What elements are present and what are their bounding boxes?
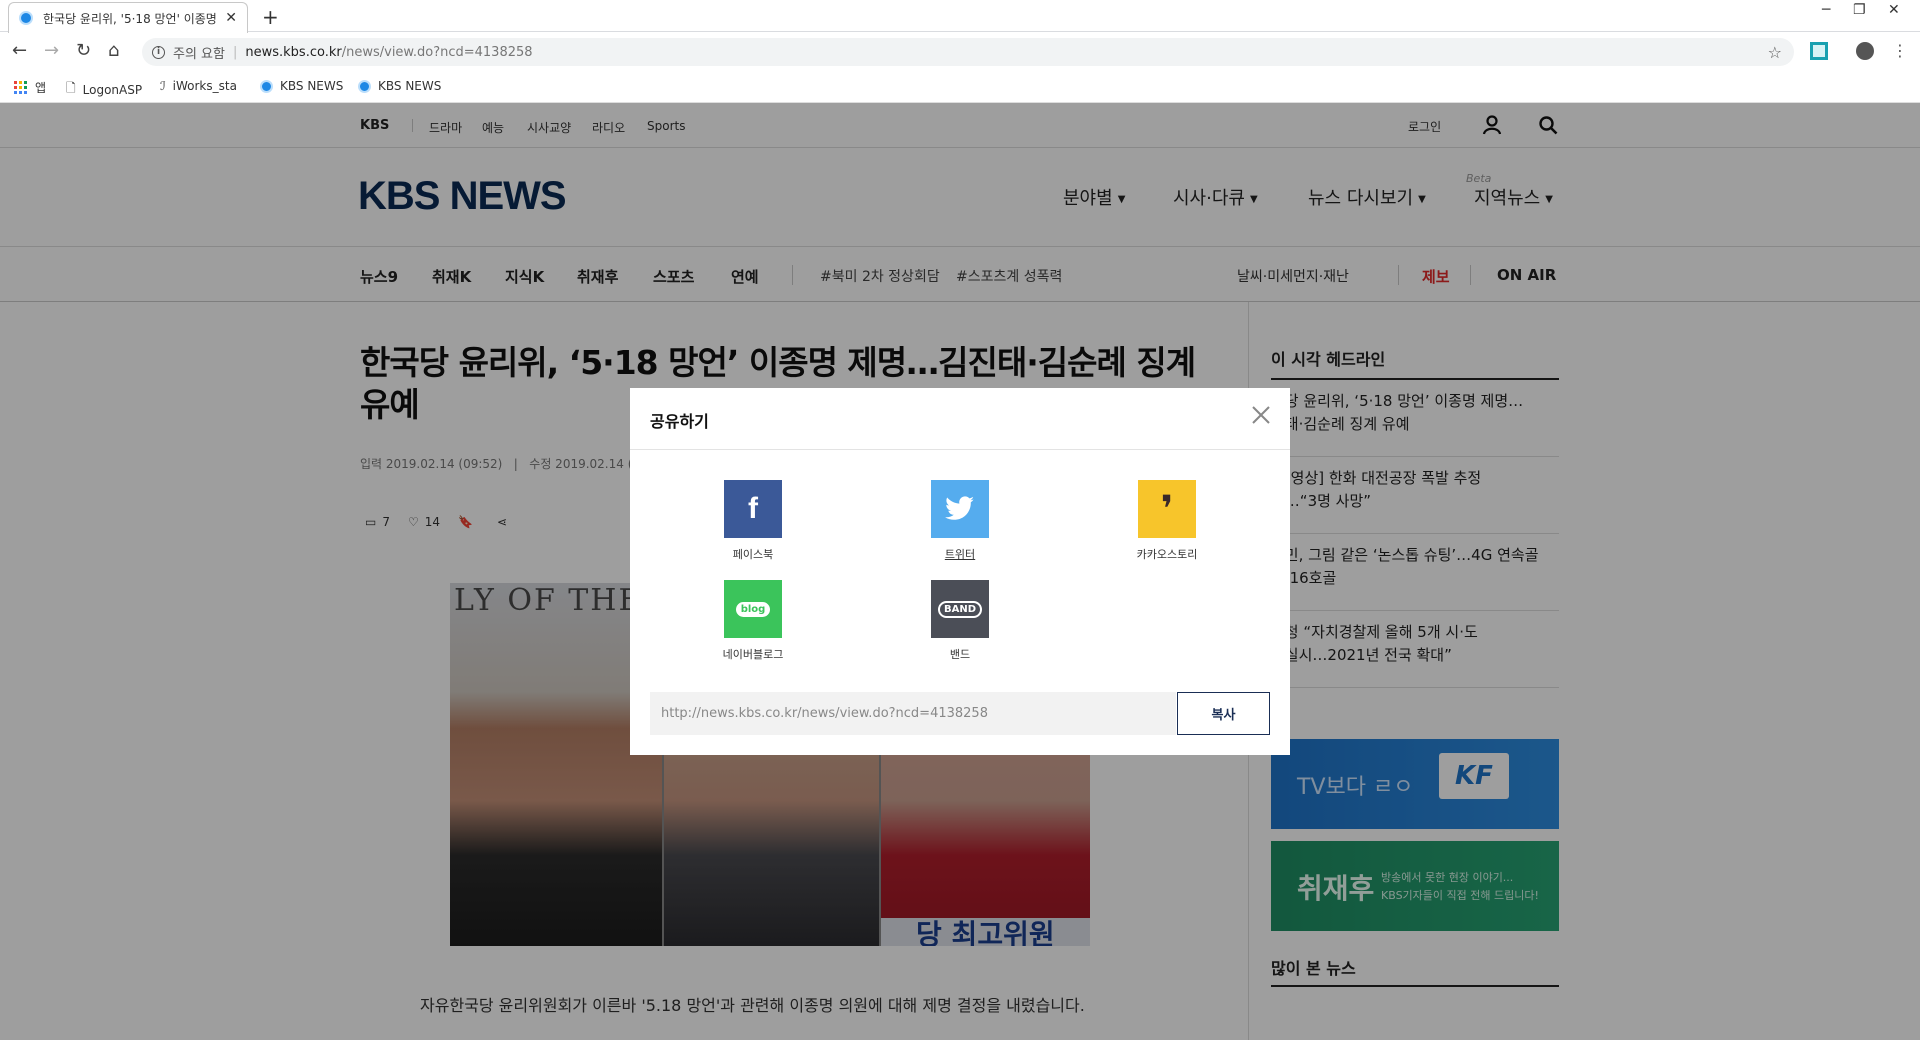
- copy-button[interactable]: 복사: [1177, 692, 1270, 735]
- page-icon: 🗋: [66, 81, 76, 95]
- reload-icon[interactable]: ↻: [76, 40, 91, 61]
- minimize-icon[interactable]: ─: [1822, 2, 1830, 18]
- close-icon[interactable]: [1248, 402, 1274, 428]
- share-twitter[interactable]: 트위터: [900, 480, 1020, 562]
- apps-icon: [14, 81, 27, 94]
- bookmark-iworks[interactable]: ℐ iWorks_sta: [160, 79, 237, 93]
- browser-menu-icon[interactable]: ⋮: [1892, 41, 1908, 60]
- share-label: 카카오스토리: [1136, 548, 1198, 561]
- forward-icon[interactable]: →: [44, 40, 59, 61]
- share-label: 네이버블로그: [722, 648, 784, 661]
- bookmark-star-icon[interactable]: ☆: [1768, 43, 1782, 62]
- modal-divider: [630, 449, 1290, 450]
- omnibox-separator: |: [232, 44, 238, 60]
- new-tab-button[interactable]: +: [262, 5, 279, 29]
- share-band[interactable]: BAND 밴드: [900, 580, 1020, 662]
- band-icon: BAND: [931, 580, 989, 638]
- security-label: 주의 요함: [173, 46, 225, 62]
- bookmark-logonasp[interactable]: 🗋 LogonASP: [66, 79, 142, 100]
- url-path: /news/view.do?ncd=4138258: [341, 44, 533, 60]
- browser-toolbar: ← → ↻ ⌂ i 주의 요함 | news.kbs.co.kr/news/vi…: [0, 33, 1920, 71]
- tab-title: 한국당 윤리위, '5·18 망언' 이종명: [43, 11, 217, 26]
- kakaostory-icon: ❜: [1138, 480, 1196, 538]
- extension-icon[interactable]: [1810, 42, 1828, 60]
- restore-icon[interactable]: ❐: [1853, 2, 1866, 18]
- share-url-field[interactable]: http://news.kbs.co.kr/news/view.do?ncd=4…: [650, 692, 1176, 735]
- info-icon[interactable]: i: [152, 45, 165, 59]
- browser-tab-bar: 한국당 윤리위, '5·18 망언' 이종명 ✕ + ─ ❐ ✕: [0, 0, 1920, 33]
- share-label: 밴드: [949, 648, 971, 661]
- iworks-icon: ℐ: [160, 79, 166, 93]
- url-host: news.kbs.co.kr: [245, 44, 342, 60]
- back-icon[interactable]: ←: [12, 40, 27, 61]
- kbs-favicon-icon: [19, 11, 33, 25]
- address-bar[interactable]: i 주의 요함 | news.kbs.co.kr/news/view.do?nc…: [142, 38, 1794, 66]
- twitter-icon: [931, 480, 989, 538]
- share-label: 트위터: [944, 548, 976, 561]
- window-close-icon[interactable]: ✕: [1888, 2, 1900, 18]
- kbs-icon: [260, 79, 273, 93]
- naver-blog-icon: blog: [724, 580, 782, 638]
- bookmark-kbs-news-2[interactable]: KBS NEWS: [358, 79, 441, 93]
- bookmarks-bar: 앱 🗋 LogonASP ℐ iWorks_sta KBS NEWS KBS N…: [0, 71, 1920, 103]
- bookmark-apps[interactable]: 앱: [14, 79, 46, 96]
- share-facebook[interactable]: f 페이스북: [693, 480, 813, 562]
- share-naver-blog[interactable]: blog 네이버블로그: [693, 580, 813, 662]
- share-modal-title: 공유하기: [650, 412, 709, 431]
- share-label: 페이스북: [732, 548, 774, 561]
- bookmark-kbs-news-1[interactable]: KBS NEWS: [260, 79, 343, 93]
- facebook-icon: f: [724, 480, 782, 538]
- share-modal: 공유하기 f 페이스북 트위터 ❜ 카카오스토리 blog 네이버블로그 BAN…: [630, 388, 1290, 755]
- share-kakaostory[interactable]: ❜ 카카오스토리: [1107, 480, 1227, 562]
- profile-icon[interactable]: [1856, 42, 1874, 60]
- browser-tab[interactable]: 한국당 윤리위, '5·18 망언' 이종명 ✕: [8, 2, 248, 33]
- home-icon[interactable]: ⌂: [108, 40, 119, 61]
- kbs-icon: [358, 79, 371, 93]
- tab-close-icon[interactable]: ✕: [225, 10, 237, 26]
